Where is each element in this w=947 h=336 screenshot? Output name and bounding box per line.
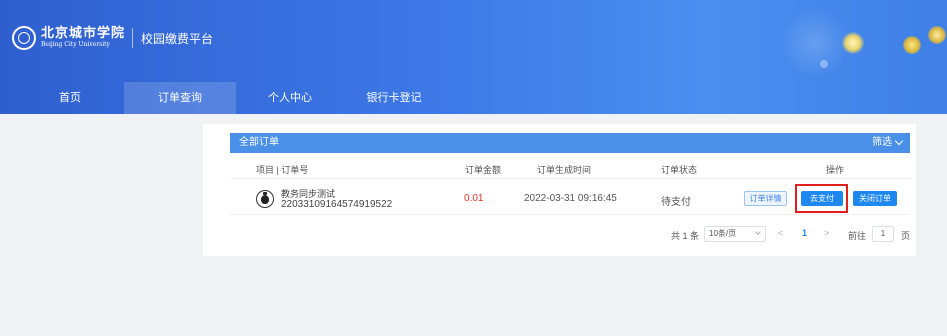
- orders-card-title: 全部订单: [239, 137, 279, 148]
- school-logo[interactable]: 北京城市学院 Beijing City University 校园缴费平台: [12, 26, 213, 50]
- column-header-item: 项目 | 订单号: [256, 165, 309, 175]
- prev-page-button[interactable]: <: [778, 228, 783, 238]
- top-banner: 北京城市学院 Beijing City University 校园缴费平台 首页…: [0, 0, 947, 114]
- nav-home[interactable]: 首页: [44, 82, 96, 114]
- goto-page-input[interactable]: 1: [872, 226, 894, 242]
- page-size-value: 10条/页: [709, 229, 737, 238]
- order-detail-button[interactable]: 订单详情: [744, 191, 787, 206]
- school-seal-icon: [12, 26, 36, 50]
- column-header-created: 订单生成时间: [537, 165, 592, 175]
- nav-order-query[interactable]: 订单查询: [124, 82, 236, 114]
- page-number-current[interactable]: 1: [802, 228, 807, 238]
- bokeh-decoration: [928, 26, 946, 44]
- money-bag-icon: [256, 190, 274, 208]
- school-name-cn: 北京城市学院: [41, 26, 126, 41]
- order-created-time: 2022-03-31 09:16:45: [524, 193, 617, 204]
- page-suffix: 页: [901, 231, 911, 241]
- goto-label: 前往: [848, 231, 867, 241]
- platform-title: 校园缴费平台: [141, 31, 214, 46]
- pagination-total: 共 1 条: [671, 231, 700, 241]
- school-name-en: Beijing City University: [41, 41, 110, 48]
- bokeh-decoration: [842, 32, 864, 54]
- bokeh-decoration: [903, 36, 921, 54]
- nav-bank-card-registration[interactable]: 银行卡登记: [360, 82, 428, 114]
- column-header-actions: 操作: [826, 165, 845, 175]
- order-status: 待支付: [661, 197, 691, 208]
- chevron-down-icon: [755, 229, 761, 235]
- next-page-button[interactable]: >: [824, 228, 829, 238]
- chevron-down-icon: [894, 136, 904, 146]
- bokeh-decoration: [780, 8, 850, 78]
- filter-button[interactable]: 筛选: [872, 133, 904, 153]
- header-divider: [230, 178, 910, 179]
- nav-personal-center[interactable]: 个人中心: [260, 82, 320, 114]
- logo-divider: [132, 28, 134, 48]
- row-divider: [230, 214, 910, 215]
- close-order-button[interactable]: 关闭订单: [853, 191, 897, 206]
- orders-panel: 全部订单 筛选 项目 | 订单号 订单金额 订单生成时间 订单状态 操作 教务同…: [203, 124, 916, 256]
- filter-label: 筛选: [872, 137, 892, 148]
- order-number: 22033109164574919522: [281, 199, 393, 210]
- column-header-status: 订单状态: [661, 165, 698, 175]
- column-header-amount: 订单金额: [465, 165, 502, 175]
- main-nav: 首页 订单查询 个人中心 银行卡登记: [0, 82, 947, 114]
- order-amount: 0.01: [464, 193, 484, 204]
- page-size-select[interactable]: 10条/页: [704, 226, 766, 242]
- pay-button-highlight: [795, 184, 848, 213]
- bokeh-decoration: [820, 60, 828, 68]
- orders-card-header: 全部订单 筛选: [230, 133, 910, 153]
